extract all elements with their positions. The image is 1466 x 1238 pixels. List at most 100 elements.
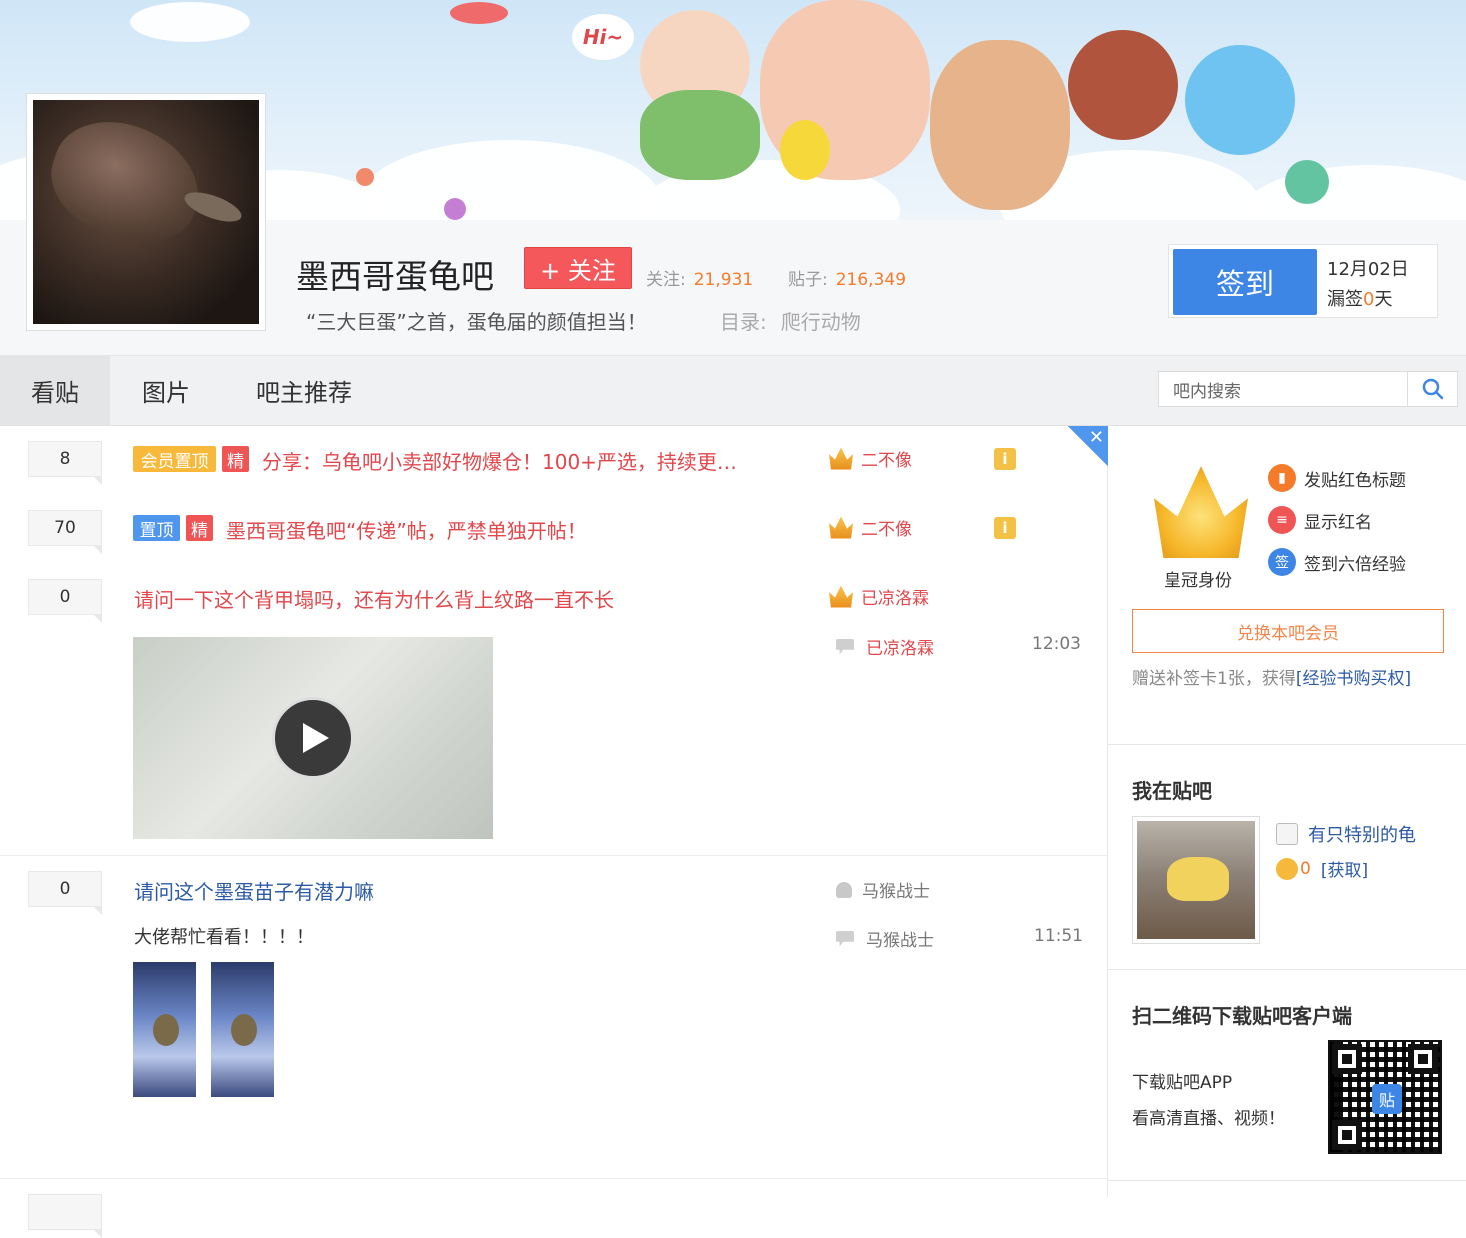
user-name: 有只特别的龟 [1308, 825, 1416, 846]
perk-label: 发贴红色标题 [1304, 470, 1406, 491]
close-notice-button[interactable]: ✕ [1068, 426, 1108, 466]
tab-pictures[interactable]: 图片 [110, 356, 222, 425]
catalog-label: 目录: [720, 310, 767, 334]
info-icon[interactable]: i [994, 517, 1016, 539]
level-icon [1276, 823, 1298, 845]
thread-title[interactable]: 墨西哥蛋龟吧“传递”帖，严禁单独开帖！ [226, 515, 587, 544]
get-coins-link[interactable]: [获取] [1321, 856, 1368, 881]
forum-name: 墨西哥蛋龟吧 [296, 257, 494, 296]
user-coins: 0 [获取] [1276, 856, 1368, 881]
forum-slogan: “三大巨蛋”之首，蛋龟届的颜值担当！ [306, 310, 647, 334]
reply-count: 0 [28, 871, 102, 915]
perk-red-title: ▮ 发贴红色标题 [1268, 464, 1406, 492]
info-icon[interactable]: i [994, 448, 1016, 470]
forum-search-input[interactable]: 吧内搜索 [1158, 371, 1408, 407]
forum-nav: 看贴 图片 吧主推荐 吧内搜索 [0, 356, 1466, 426]
crown-icon [829, 516, 853, 539]
exp-book-link[interactable]: [经验书购买权] [1296, 669, 1411, 689]
sidebar-divider [1108, 969, 1466, 970]
qr-code: 贴 [1328, 1040, 1442, 1154]
app-download-line: 下载贴吧APP [1132, 1073, 1233, 1093]
reply-count: 8 [28, 441, 102, 485]
cartoon-character [1068, 30, 1178, 140]
followers-count: 21,931 [693, 270, 754, 290]
sign-in-panel: 签到 12月02日 漏签0天 [1168, 244, 1438, 318]
sidebar-divider [1108, 1180, 1466, 1181]
image-thumbnail[interactable] [211, 962, 274, 1097]
sign-miss-count: 漏签0天 [1327, 285, 1392, 311]
sign-date: 12月02日 [1327, 259, 1409, 280]
sidebar: 皇冠身份 ▮ 发贴红色标题 ≡ 显示红名 签签到六倍经验 兑换本吧会员 赠送补签卡1… [1108, 426, 1466, 1197]
search-icon [1422, 378, 1443, 400]
thread-abstract: 大佬帮忙看看！！！！ [134, 927, 314, 948]
tab-posts[interactable]: 看贴 [0, 356, 110, 425]
cartoon-character [930, 40, 1070, 210]
last-reply-time: 12:03 [1032, 634, 1081, 654]
last-reply-author[interactable]: 马猴战士 [836, 926, 934, 951]
thread-author[interactable]: 二不像 [829, 446, 912, 471]
reply-icon [836, 930, 854, 947]
crown-icon [1154, 466, 1248, 558]
top-tag: 置顶 [133, 515, 180, 541]
featured-tag: 精 [186, 515, 213, 541]
thread-list: ✕ 8 会员置顶 精 分享：乌龟吧小卖部好物爆仓！100+严选，持续更… 二不像… [0, 426, 1108, 1238]
posts-count: 216,349 [835, 270, 907, 290]
play-icon[interactable] [272, 697, 354, 779]
coin-icon [1276, 857, 1298, 880]
thread-title[interactable]: 请问这个墨蛋苗子有潜力嘛 [134, 876, 374, 905]
member-top-tag: 会员置顶 [133, 446, 216, 472]
bookmark-icon: ▮ [1268, 464, 1296, 492]
app-feature-line: 看高清直播、视频！ [1132, 1109, 1285, 1129]
close-icon: ✕ [1088, 427, 1104, 448]
thread-author[interactable]: 马猴战士 [836, 877, 930, 902]
posts-label: 贴子: [788, 270, 828, 290]
catalog-link[interactable]: 爬行动物 [781, 310, 861, 334]
reply-icon [836, 638, 854, 655]
forum-catalog: 目录: 爬行动物 [720, 306, 861, 335]
tab-recommended[interactable]: 吧主推荐 [222, 356, 386, 425]
user-avatar[interactable] [1132, 816, 1260, 944]
greeting-bubble: Hi~ [572, 14, 634, 60]
featured-tag: 精 [222, 446, 249, 472]
perk-red-name: ≡ 显示红名 [1268, 506, 1372, 534]
sidebar-divider [1108, 744, 1466, 745]
user-icon [836, 881, 852, 898]
thread-author[interactable]: 已凉洛霖 [829, 584, 929, 609]
image-thumbnail[interactable] [133, 962, 196, 1097]
ufo-icon [450, 2, 508, 24]
author-name: 二不像 [861, 520, 912, 540]
thread-author[interactable]: 二不像 [829, 515, 912, 540]
follow-button[interactable]: + 关注 [524, 247, 632, 289]
last-reply-author[interactable]: 已凉洛霖 [836, 634, 934, 659]
author-name: 二不像 [861, 451, 912, 471]
posts-stat: 贴子: 216,349 [788, 265, 906, 290]
followers-stat: 关注: 21,931 [646, 265, 753, 290]
search-button[interactable] [1408, 371, 1458, 407]
sign-miss-number: 0 [1363, 289, 1375, 310]
perk-label: 签到六倍经验 [1304, 554, 1406, 575]
video-thumbnail[interactable] [133, 637, 493, 839]
coin-count: 0 [1300, 858, 1311, 879]
forum-avatar[interactable] [26, 93, 266, 331]
sign-miss-suffix: 天 [1374, 289, 1393, 310]
reply-count [28, 1194, 102, 1238]
exchange-membership-button[interactable]: 兑换本吧会员 [1132, 609, 1444, 653]
tieba-logo-icon: 贴 [1372, 1084, 1402, 1114]
user-name-link[interactable]: 有只特别的龟 [1276, 821, 1416, 847]
thread-divider [0, 855, 1107, 856]
comment-icon: ≡ [1268, 506, 1296, 534]
followers-label: 关注: [646, 270, 686, 290]
sign-icon: 签 [1268, 548, 1296, 576]
qr-download-title: 扫二维码下载贴吧客户端 [1132, 1004, 1352, 1028]
reply-count: 0 [28, 579, 102, 623]
crown-icon [829, 447, 853, 470]
sign-miss-prefix: 漏签 [1327, 289, 1363, 310]
sign-in-button[interactable]: 签到 [1173, 249, 1317, 315]
author-name: 已凉洛霖 [861, 589, 929, 609]
reply-count: 70 [28, 510, 102, 554]
author-name: 马猴战士 [862, 882, 930, 902]
cartoon-character [1185, 45, 1295, 155]
thread-title[interactable]: 请问一下这个背甲塌吗，还有为什么背上纹路一直不长 [134, 584, 614, 613]
thread-title[interactable]: 分享：乌龟吧小卖部好物爆仓！100+严选，持续更… [262, 446, 737, 475]
perk-label: 显示红名 [1304, 512, 1372, 533]
